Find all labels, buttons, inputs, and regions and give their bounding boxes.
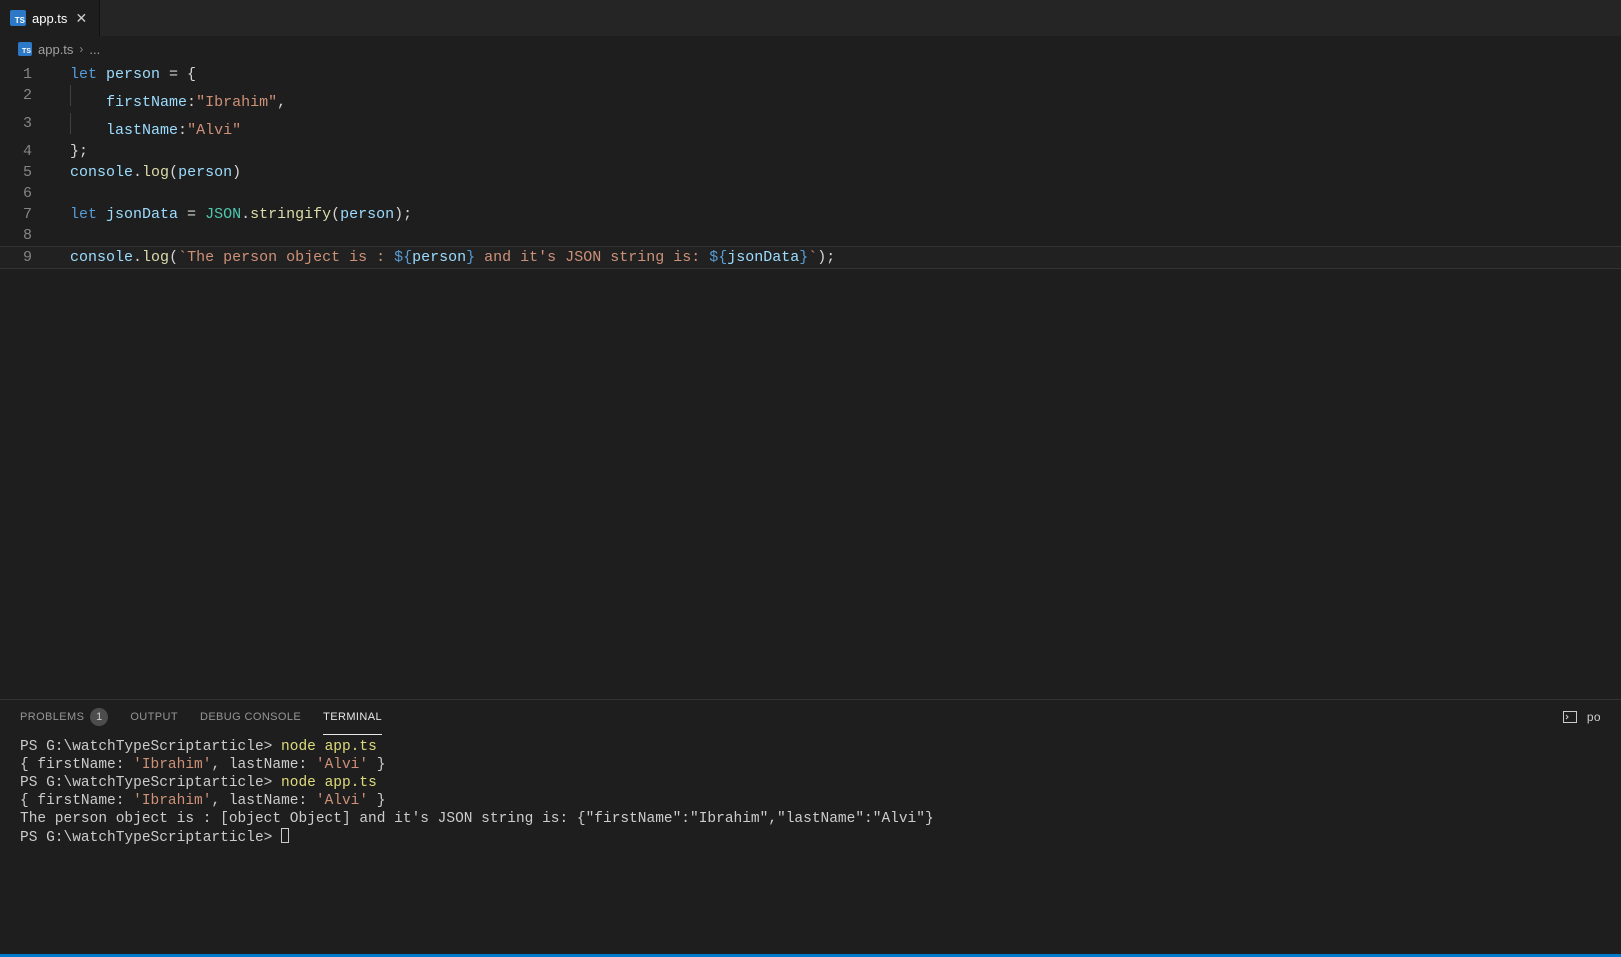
code-editor[interactable]: 1 let person = {2 firstName:"Ibrahim",3 …: [0, 62, 1621, 699]
chevron-right-icon: ›: [79, 42, 83, 56]
tab-terminal[interactable]: TERMINAL: [323, 701, 382, 735]
line-number: 4: [0, 141, 52, 162]
close-tab-icon[interactable]: ✕: [73, 10, 89, 26]
terminal-line: PS G:\watchTypeScriptarticle>: [20, 828, 1601, 847]
code-content: firstName:"Ibrahim",: [52, 85, 1621, 113]
tab-problems-label: PROBLEMS: [20, 711, 84, 723]
terminal-line: PS G:\watchTypeScriptarticle> node app.t…: [20, 774, 1601, 792]
terminal-line: { firstName: 'Ibrahim', lastName: 'Alvi'…: [20, 792, 1601, 810]
line-number: 3: [0, 113, 52, 141]
code-content: let jsonData = JSON.stringify(person);: [52, 204, 1621, 225]
tab-filename: app.ts: [32, 11, 67, 26]
code-content: lastName:"Alvi": [52, 113, 1621, 141]
code-line[interactable]: 4 };: [0, 141, 1621, 162]
code-line[interactable]: 1 let person = {: [0, 64, 1621, 85]
code-content: console.log(`The person object is : ${pe…: [52, 247, 1621, 268]
terminal-line: PS G:\watchTypeScriptarticle> node app.t…: [20, 738, 1601, 756]
code-line[interactable]: 9 console.log(`The person object is : ${…: [0, 246, 1621, 269]
tab-output-label: OUTPUT: [130, 711, 178, 723]
line-number: 1: [0, 64, 52, 85]
code-content: [52, 225, 1621, 246]
breadcrumb: TS app.ts › ...: [0, 36, 1621, 62]
code-content: [52, 183, 1621, 204]
line-number: 7: [0, 204, 52, 225]
code-content: };: [52, 141, 1621, 162]
line-number: 9: [0, 247, 52, 268]
line-number: 8: [0, 225, 52, 246]
terminal-launch-icon[interactable]: [1561, 708, 1579, 726]
code-content: console.log(person): [52, 162, 1621, 183]
code-line[interactable]: 8: [0, 225, 1621, 246]
code-line[interactable]: 3 lastName:"Alvi": [0, 113, 1621, 141]
panel-tabs: PROBLEMS 1 OUTPUT DEBUG CONSOLE TERMINAL: [0, 700, 1621, 734]
terminal-line: The person object is : [object Object] a…: [20, 810, 1601, 828]
tab-output[interactable]: OUTPUT: [130, 700, 178, 734]
terminal[interactable]: PS G:\watchTypeScriptarticle> node app.t…: [0, 734, 1621, 954]
code-line[interactable]: 2 firstName:"Ibrahim",: [0, 85, 1621, 113]
breadcrumb-file[interactable]: app.ts: [38, 42, 73, 57]
tab-terminal-label: TERMINAL: [323, 711, 382, 723]
line-number: 6: [0, 183, 52, 204]
ts-file-icon: TS: [10, 10, 26, 26]
terminal-line: { firstName: 'Ibrahim', lastName: 'Alvi'…: [20, 756, 1601, 774]
code-line[interactable]: 6: [0, 183, 1621, 204]
line-number: 2: [0, 85, 52, 113]
terminal-cursor: [281, 828, 289, 843]
tab-debug-label: DEBUG CONSOLE: [200, 711, 301, 723]
panel-right-controls: po: [1561, 708, 1601, 726]
code-content: let person = {: [52, 64, 1621, 85]
editor-area: 1 let person = {2 firstName:"Ibrahim",3 …: [0, 62, 1621, 954]
ts-file-icon: TS: [18, 42, 32, 56]
problems-count-badge: 1: [90, 708, 108, 726]
code-line[interactable]: 5 console.log(person): [0, 162, 1621, 183]
editor-tab-app-ts[interactable]: TS app.ts ✕: [0, 0, 100, 36]
tab-bar: TS app.ts ✕: [0, 0, 1621, 36]
tab-problems[interactable]: PROBLEMS 1: [20, 700, 108, 734]
code-line[interactable]: 7 let jsonData = JSON.stringify(person);: [0, 204, 1621, 225]
breadcrumb-rest[interactable]: ...: [89, 42, 100, 57]
bottom-panel: PROBLEMS 1 OUTPUT DEBUG CONSOLE TERMINAL: [0, 699, 1621, 954]
panel-right-label: po: [1587, 710, 1601, 724]
tab-debug-console[interactable]: DEBUG CONSOLE: [200, 700, 301, 734]
line-number: 5: [0, 162, 52, 183]
